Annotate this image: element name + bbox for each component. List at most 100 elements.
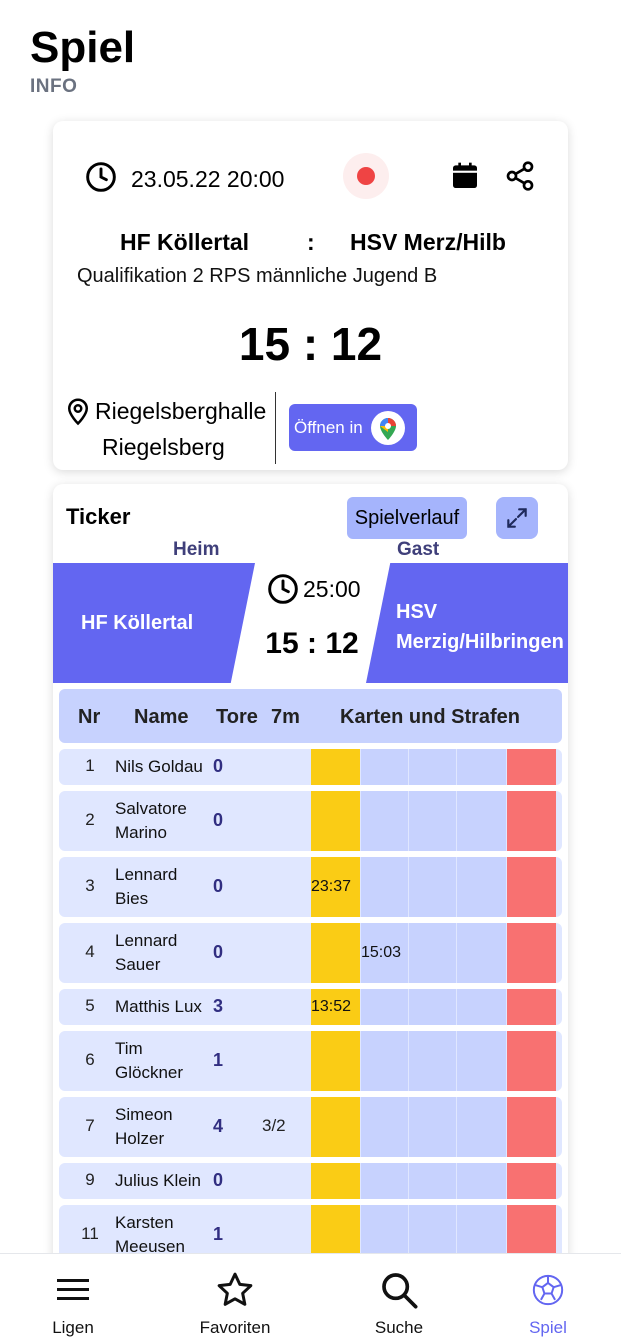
venue-city: Riegelsberg xyxy=(102,434,225,460)
table-row: 1 Nils Goldau 0 xyxy=(59,749,562,785)
venue: Riegelsberghalle Riegelsberg xyxy=(63,393,273,465)
teams-separator: : xyxy=(307,229,315,255)
player-7m: 3/2 xyxy=(262,1116,286,1135)
col-karten: Karten und Strafen xyxy=(340,706,521,728)
player-name: Matthis Lux xyxy=(115,997,202,1016)
yellow-card-cell xyxy=(311,791,360,851)
nav-spiel[interactable]: Spiel xyxy=(488,1268,608,1338)
nav-favoriten[interactable]: Favoriten xyxy=(175,1268,295,1338)
penalty-cell-2 xyxy=(409,791,456,851)
player-goals: 3 xyxy=(213,996,224,1016)
maps-button-label: Öffnen in xyxy=(294,417,363,437)
nav-ligen-label: Ligen xyxy=(52,1318,94,1337)
penalty-cell-2 xyxy=(409,989,456,1025)
yellow-card-cell xyxy=(311,1097,360,1157)
red-card-cell xyxy=(507,923,556,983)
penalty-cell-3 xyxy=(457,1097,506,1157)
player-goals: 4 xyxy=(213,1116,224,1136)
page-header: Spiel INFO xyxy=(30,24,135,98)
location-pin-icon xyxy=(63,395,93,437)
game-clock: 25:00 xyxy=(267,573,361,605)
spielverlauf-button[interactable]: Spielverlauf xyxy=(347,497,467,539)
yellow-card-cell xyxy=(311,923,360,983)
col-7m: 7m xyxy=(271,706,300,728)
live-indicator xyxy=(343,153,389,199)
red-card-cell xyxy=(507,1031,556,1091)
table-header: Nr Name Tore 7m Karten und Strafen xyxy=(59,689,562,743)
penalty-cell-2 xyxy=(409,857,456,917)
open-in-maps-button[interactable]: Öffnen in xyxy=(289,404,417,451)
red-card-cell xyxy=(507,749,556,785)
penalty-cell-1: 15:03 xyxy=(361,923,408,983)
penalty-cell-3 xyxy=(457,749,506,785)
penalty-cell-3 xyxy=(457,1163,506,1199)
penalty-cell-1 xyxy=(361,791,408,851)
match-score: 15 : 12 xyxy=(238,318,383,370)
player-goals: 0 xyxy=(213,876,224,896)
home-label: Heim xyxy=(173,539,220,560)
player-goals: 0 xyxy=(213,756,224,776)
nav-suche[interactable]: Suche xyxy=(339,1268,459,1338)
player-number: 11 xyxy=(81,1224,99,1243)
venue-name: Riegelsberghalle xyxy=(95,398,267,424)
star-icon xyxy=(217,1272,253,1306)
venue-divider xyxy=(275,392,276,464)
player-number: 9 xyxy=(85,1170,95,1189)
penalty-cell-1 xyxy=(361,1163,408,1199)
player-goals: 0 xyxy=(213,1170,224,1190)
player-goals: 1 xyxy=(213,1050,224,1070)
nav-ligen[interactable]: Ligen xyxy=(13,1268,133,1338)
match-datetime-row: 23.05.22 20:00 xyxy=(85,161,284,198)
banner-score: 15 : 12 xyxy=(265,627,359,660)
player-name: Lennard Sauer xyxy=(115,931,178,974)
player-number: 4 xyxy=(85,942,95,961)
guest-label: Gast xyxy=(397,539,440,560)
share-icon xyxy=(506,161,534,191)
player-name: Nils Goldau xyxy=(115,757,203,776)
penalty-cell-3 xyxy=(457,1031,506,1091)
nav-favoriten-label: Favoriten xyxy=(199,1318,271,1337)
menu-icon xyxy=(57,1279,89,1300)
col-tore: Tore xyxy=(216,706,258,728)
col-nr: Nr xyxy=(78,706,101,728)
page-subtitle: INFO xyxy=(30,76,78,97)
player-name: Karsten Meeusen xyxy=(115,1213,185,1256)
home-team-name: HF Köllertal xyxy=(120,229,250,255)
player-number: 3 xyxy=(85,876,95,895)
player-goals: 0 xyxy=(213,942,224,962)
table-row: 2 Salvatore Marino 0 xyxy=(59,791,562,851)
nav-spiel-label: Spiel xyxy=(529,1318,567,1337)
share-button[interactable] xyxy=(503,159,537,193)
player-name: Salvatore Marino xyxy=(115,799,187,842)
yellow-card-cell xyxy=(311,749,360,785)
table-row: 3 Lennard Bies 0 23:37 xyxy=(59,857,562,917)
player-goals: 0 xyxy=(213,810,224,830)
ticker-card: Ticker Spielverlauf Heim Gast HF Köllert… xyxy=(53,484,568,1284)
ticker-title: Ticker xyxy=(66,504,131,529)
penalty-cell-2 xyxy=(409,749,456,785)
yellow-card-cell: 23:37 xyxy=(311,857,360,917)
red-card-cell xyxy=(507,989,556,1025)
calendar-icon xyxy=(453,162,477,188)
player-name: Simeon Holzer xyxy=(115,1105,173,1148)
penalty-cell-2 xyxy=(409,1097,456,1157)
search-icon xyxy=(382,1273,418,1309)
page-title: Spiel xyxy=(30,23,136,72)
score-banner: HF Köllertal 25:00 15 : 12 HSV Merzig/Hi… xyxy=(53,563,568,683)
player-table: Nr Name Tore 7m Karten und Strafen 1 Nils… xyxy=(59,689,562,1265)
player-number: 2 xyxy=(85,810,95,829)
table-row: 9 Julius Klein 0 xyxy=(59,1163,562,1199)
penalty-cell-3 xyxy=(457,923,506,983)
table-body: 1 Nils Goldau 0 2 Salvatore Marino 0 3 Lennard … xyxy=(59,749,562,1265)
yellow-card-cell xyxy=(311,1031,360,1091)
red-card-cell xyxy=(507,857,556,917)
clock-icon xyxy=(85,161,117,198)
penalty-cell-1 xyxy=(361,749,408,785)
player-goals: 1 xyxy=(213,1224,224,1244)
calendar-button[interactable] xyxy=(448,159,482,193)
penalty-cell-3 xyxy=(457,857,506,917)
expand-button[interactable] xyxy=(496,497,538,539)
clock-icon xyxy=(268,574,298,604)
penalty-cell-2 xyxy=(409,923,456,983)
player-number: 7 xyxy=(85,1116,95,1135)
